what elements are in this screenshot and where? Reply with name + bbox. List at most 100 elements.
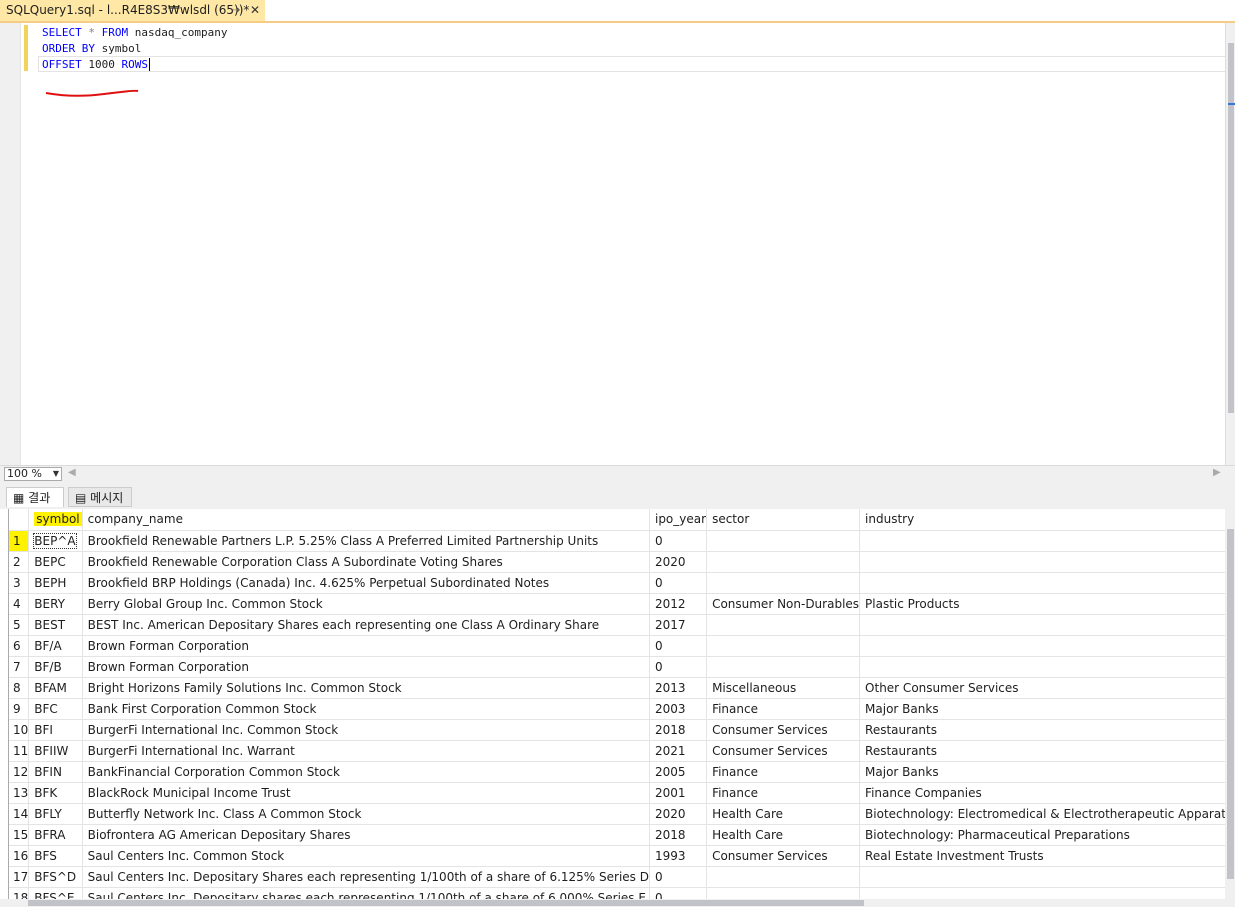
cell-company-name[interactable]: Berry Global Group Inc. Common Stock — [82, 593, 650, 615]
tab-results[interactable]: ▦ 결과 — [6, 487, 64, 507]
table-row[interactable]: 18 BFS^E Saul Centers Inc. Depositary shar… — [9, 887, 1226, 899]
cell-symbol[interactable]: BFAM — [28, 677, 83, 699]
cell-industry[interactable]: Restaurants — [859, 740, 1226, 762]
cell-sector[interactable] — [706, 572, 861, 594]
table-row[interactable]: 9 BFC Bank First Corporation Common Stock 2… — [9, 698, 1226, 720]
cell-symbol[interactable]: BF/B — [28, 656, 83, 678]
cell-ipo-year[interactable]: 2020 — [649, 551, 708, 573]
cell-symbol[interactable]: BEP^A — [28, 530, 83, 552]
column-header-company-name[interactable]: company_name — [82, 509, 650, 531]
table-row[interactable]: 6BF/ABrown Forman Corporation0NULLNULLNU… — [9, 635, 1226, 657]
grid-vscroll-thumb[interactable] — [1227, 529, 1234, 879]
cell-industry[interactable]: Restaurants — [859, 719, 1226, 741]
table-row[interactable]: 2 BEPC Brookfield Renewable Corporation Cl… — [9, 551, 1226, 573]
query-code[interactable]: SELECT * FROM nasdaq_company ORDER BY sy… — [42, 25, 227, 73]
row-number[interactable]: 12 — [9, 761, 30, 783]
cell-sector[interactable] — [706, 530, 861, 552]
row-number[interactable]: 2 — [9, 551, 30, 573]
table-row[interactable]: 14 BFLY Butterfly Network Inc. Class A Com… — [9, 803, 1226, 825]
cell-company-name[interactable]: Biofrontera AG American Depositary Share… — [82, 824, 650, 846]
cell-industry[interactable]: Major Banks — [859, 698, 1226, 720]
row-number[interactable]: 3 — [9, 572, 30, 594]
cell-symbol[interactable]: BFS — [28, 845, 83, 867]
cell-company-name[interactable]: Brown Forman Corporation — [82, 635, 650, 657]
grid-vertical-scrollbar[interactable] — [1225, 509, 1235, 899]
cell-industry[interactable]: Major Banks — [859, 761, 1226, 783]
cell-symbol[interactable]: BFRA — [28, 824, 83, 846]
table-row[interactable]: 8 BFAM Bright Horizons Family Solutions In… — [9, 677, 1226, 699]
row-number-header[interactable] — [9, 509, 30, 531]
cell-industry[interactable]: Plastic Products — [859, 593, 1226, 615]
table-row[interactable]: 4 BERY Berry Global Group Inc. Common Stoc… — [9, 593, 1226, 615]
cell-industry[interactable]: Biotechnology: Electromedical & Electrot… — [859, 803, 1226, 825]
column-header-sector[interactable]: sector — [706, 509, 861, 531]
cell-company-name[interactable]: Brookfield Renewable Corporation Class A… — [82, 551, 650, 573]
cell-industry[interactable]: Real Estate Investment Trusts — [859, 845, 1226, 867]
zoom-select[interactable]: 100 % ▼ — [4, 467, 62, 481]
cell-sector[interactable]: Consumer Services — [706, 740, 861, 762]
cell-sector[interactable]: Consumer Non-Durables — [706, 593, 861, 615]
row-number[interactable]: 16 — [9, 845, 30, 867]
cell-symbol[interactable]: BEST — [28, 614, 83, 636]
grid-horizontal-scrollbar[interactable] — [0, 899, 1235, 907]
row-number[interactable]: 5 — [9, 614, 30, 636]
cell-symbol[interactable]: BFS^E — [28, 887, 83, 899]
cell-ipo-year[interactable]: 0 — [649, 635, 708, 657]
cell-ipo-year[interactable]: 2021 — [649, 740, 708, 762]
cell-industry[interactable] — [859, 530, 1226, 552]
cell-ipo-year[interactable]: 2001 — [649, 782, 708, 804]
table-row[interactable]: 13 BFK BlackRock Municipal Income Trust 200… — [9, 782, 1226, 804]
cell-industry[interactable] — [859, 614, 1226, 636]
cell-ipo-year[interactable]: 2013 — [649, 677, 708, 699]
cell-ipo-year[interactable]: 0 — [649, 530, 708, 552]
editor-scroll-thumb[interactable] — [1228, 43, 1234, 413]
cell-company-name[interactable]: Butterfly Network Inc. Class A Common St… — [82, 803, 650, 825]
cell-sector[interactable] — [706, 866, 861, 888]
tab-messages[interactable]: ▤ 메시지 — [68, 487, 132, 507]
row-number[interactable]: 7 — [9, 656, 30, 678]
column-header-industry[interactable]: industry — [859, 509, 1226, 531]
cell-symbol[interactable]: BERY — [28, 593, 83, 615]
query-tab[interactable]: SQLQuery1.sql - l...R4E8S3₩wlsdl (65))* … — [0, 0, 265, 21]
cell-sector[interactable]: Finance — [706, 782, 861, 804]
cell-symbol[interactable]: BF/A — [28, 635, 83, 657]
cell-ipo-year[interactable]: 1993 — [649, 845, 708, 867]
row-number[interactable]: 14 — [9, 803, 30, 825]
cell-symbol[interactable]: BEPH — [28, 572, 83, 594]
row-number[interactable]: 17 — [9, 866, 30, 888]
cell-company-name[interactable]: BurgerFi International Inc. Warrant — [82, 740, 650, 762]
cell-company-name[interactable]: Brown Forman Corporation — [82, 656, 650, 678]
cell-sector[interactable]: Consumer Services — [706, 719, 861, 741]
cell-sector[interactable]: Miscellaneous — [706, 677, 861, 699]
cell-symbol[interactable]: BFS^D — [28, 866, 83, 888]
editor-vertical-scrollbar[interactable] — [1225, 23, 1235, 465]
scroll-right-icon[interactable]: ▶ — [1213, 467, 1221, 478]
cell-company-name[interactable]: BlackRock Municipal Income Trust — [82, 782, 650, 804]
table-row[interactable]: 10 BFI BurgerFi International Inc. Common … — [9, 719, 1226, 741]
results-grid[interactable]: symbol company_name ipo_year sector industry… — [8, 509, 1226, 899]
cell-company-name[interactable]: Saul Centers Inc. Depositary Shares each… — [82, 866, 650, 888]
cell-sector[interactable]: Health Care — [706, 803, 861, 825]
cell-sector[interactable]: Finance — [706, 761, 861, 783]
cell-ipo-year[interactable]: 2018 — [649, 824, 708, 846]
cell-symbol[interactable]: BFI — [28, 719, 83, 741]
table-row[interactable]: 7BF/BBrown Forman Corporation0NULLNULLNU… — [9, 656, 1226, 678]
cell-company-name[interactable]: Brookfield Renewable Partners L.P. 5.25%… — [82, 530, 650, 552]
cell-ipo-year[interactable]: 0 — [649, 866, 708, 888]
cell-company-name[interactable]: BurgerFi International Inc. Common Stock — [82, 719, 650, 741]
cell-ipo-year[interactable]: 2020 — [649, 803, 708, 825]
row-number[interactable]: 4 — [9, 593, 30, 615]
cell-ipo-year[interactable]: 2005 — [649, 761, 708, 783]
cell-industry[interactable] — [859, 656, 1226, 678]
column-header-ipo-year[interactable]: ipo_year — [649, 509, 708, 531]
table-row[interactable]: 12 BFIN BankFinancial Corporation Common S… — [9, 761, 1226, 783]
cell-sector[interactable]: Consumer Services — [706, 845, 861, 867]
cell-sector[interactable] — [706, 635, 861, 657]
cell-company-name[interactable]: Bank First Corporation Common Stock — [82, 698, 650, 720]
cell-industry[interactable]: Biotechnology: Pharmaceutical Preparatio… — [859, 824, 1226, 846]
cell-symbol[interactable]: BFC — [28, 698, 83, 720]
cell-sector[interactable]: Health Care — [706, 824, 861, 846]
table-row[interactable]: 16 BFS Saul Centers Inc. Common Stock 1993 C… — [9, 845, 1226, 867]
cell-symbol[interactable]: BEPC — [28, 551, 83, 573]
cell-industry[interactable]: Other Consumer Services — [859, 677, 1226, 699]
